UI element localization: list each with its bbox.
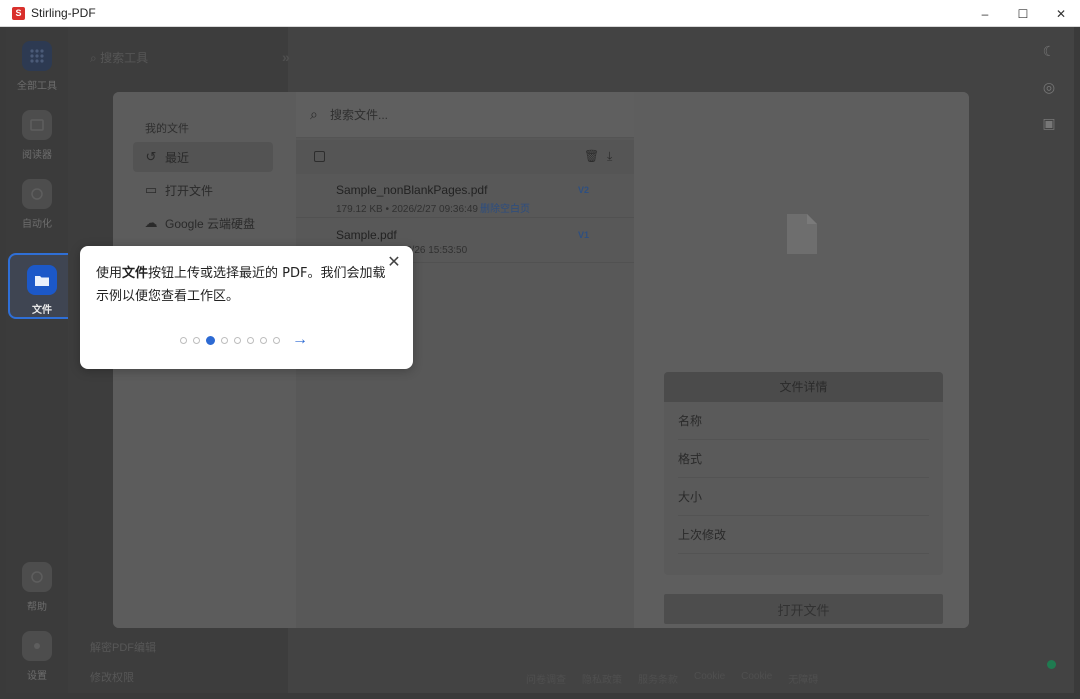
- file-name: Sample_nonBlankPages.pdf: [336, 183, 488, 197]
- file-search-input[interactable]: [330, 106, 590, 124]
- language-icon[interactable]: ◎: [1040, 79, 1058, 97]
- rail-label-all-tools: 全部工具: [17, 81, 57, 92]
- tooltip-text-bold: 文件: [122, 266, 149, 281]
- rail-label-files: 文件: [32, 305, 52, 316]
- rail-label-reader: 阅读器: [22, 150, 52, 161]
- folder-outline-icon: ▭: [144, 182, 158, 197]
- step-dot[interactable]: [260, 336, 267, 344]
- minimize-button[interactable]: –: [966, 0, 1004, 27]
- file-meta: 2/26 15:53:50: [406, 245, 467, 256]
- tool-item-permissions[interactable]: 修改权限: [90, 669, 134, 685]
- footer-link[interactable]: 无障碍: [788, 671, 818, 686]
- onboarding-tooltip: 使用文件按钮上传或选择最近的 PDF。我们会加载示例以便您查看工作区。 ✕ →: [80, 246, 413, 369]
- select-all-checkbox[interactable]: [314, 151, 325, 162]
- status-indicator: [1047, 660, 1056, 669]
- step-dot[interactable]: [247, 336, 254, 344]
- my-files-heading: 我的文件: [145, 123, 189, 135]
- rail-label-settings: 设置: [27, 671, 47, 682]
- close-tooltip-button[interactable]: ✕: [386, 255, 402, 271]
- collapse-panel-button[interactable]: »: [282, 49, 290, 65]
- step-dot[interactable]: [180, 336, 187, 344]
- file-meta: 179.12 KB • 2026/2/27 09:36:49 删除空白页: [336, 200, 530, 215]
- tool-search-placeholder: 搜索工具: [100, 51, 149, 65]
- file-search-bar: ⌕: [296, 92, 634, 138]
- file-details-header: 文件详情: [664, 372, 943, 402]
- search-icon: ⌕: [310, 106, 318, 122]
- window-title: Stirling-PDF: [31, 6, 96, 20]
- next-arrow-icon[interactable]: →: [292, 331, 310, 349]
- footer-link[interactable]: Cookie: [694, 671, 725, 686]
- rail-item-settings[interactable]: 设置: [6, 631, 68, 682]
- file-row[interactable]: Sample_nonBlankPages.pdf 179.12 KB • 202…: [296, 174, 634, 218]
- rail-item-files[interactable]: 文件: [8, 253, 76, 319]
- download-icon[interactable]: ⤓: [607, 149, 612, 164]
- file-detail-panel: 文件详情 名称 格式 大小 上次修改 打开文件: [634, 92, 969, 628]
- window-controls: – ☐ ✕: [966, 0, 1080, 27]
- version-badge: V2: [578, 185, 590, 195]
- automation-icon: [22, 179, 52, 209]
- step-dot[interactable]: [221, 336, 228, 344]
- nav-google-drive[interactable]: ☁ Google 云端硬盘: [133, 208, 273, 238]
- cloud-icon: ☁: [144, 215, 158, 230]
- file-details-card: 文件详情 名称 格式 大小 上次修改: [664, 372, 943, 575]
- footer-link[interactable]: 隐私政策: [582, 671, 622, 686]
- rail-item-help[interactable]: 帮助: [6, 562, 68, 613]
- detail-last-modified: 上次修改: [678, 516, 929, 554]
- file-list-toolbar: 🗑 ⤓: [296, 140, 634, 174]
- version-badge: V1: [578, 230, 590, 240]
- file-meta-text: 2/26 15:53:50: [406, 245, 468, 256]
- nav-recent[interactable]: ↺ 最近: [133, 142, 273, 172]
- nav-open-file-label: 打开文件: [165, 183, 214, 198]
- book-icon: [22, 110, 52, 140]
- maximize-button[interactable]: ☐: [1004, 0, 1042, 27]
- grid-icon: [22, 41, 52, 71]
- footer-links: 问卷调查 隐私政策 服务条款 Cookie Cookie 无障碍: [526, 671, 818, 686]
- save-icon[interactable]: ▣: [1040, 115, 1058, 133]
- left-rail: 全部工具 阅读器 自动化 文件 帮助 设置: [6, 27, 76, 693]
- tooltip-text-before: 使用: [96, 266, 123, 281]
- rail-label-help: 帮助: [27, 602, 47, 613]
- nav-recent-label: 最近: [165, 150, 190, 165]
- rail-item-reader[interactable]: 阅读器: [6, 110, 68, 161]
- tool-item-decrypt[interactable]: 解密PDF编辑: [90, 639, 156, 655]
- dark-mode-icon[interactable]: ☾: [1040, 43, 1058, 61]
- step-dot[interactable]: [193, 336, 200, 344]
- file-tool-tag: 删除空白页: [479, 204, 530, 215]
- trash-icon[interactable]: 🗑: [584, 149, 599, 163]
- history-icon: ↺: [145, 149, 157, 164]
- footer-link[interactable]: 问卷调查: [526, 671, 566, 686]
- rail-item-all-tools[interactable]: 全部工具: [6, 41, 68, 92]
- detail-format: 格式: [678, 440, 929, 478]
- step-dot[interactable]: [234, 336, 241, 344]
- window-titlebar: S Stirling-PDF – ☐ ✕: [0, 0, 1080, 27]
- app-logo-icon: S: [12, 6, 25, 20]
- nav-open-file[interactable]: ▭ 打开文件: [133, 175, 273, 205]
- step-dot[interactable]: [206, 335, 215, 345]
- rail-label-automation: 自动化: [22, 219, 52, 230]
- file-meta-text: 179.12 KB • 2026/2/27 09:36:49: [336, 204, 478, 215]
- document-icon: [787, 214, 817, 254]
- detail-size: 大小: [678, 478, 929, 516]
- help-icon: [22, 562, 52, 592]
- tool-search-input[interactable]: ⌕ 搜索工具: [90, 49, 148, 66]
- right-rail: ☾ ◎ ▣: [1028, 27, 1074, 693]
- detail-name: 名称: [678, 402, 929, 440]
- rail-item-automation[interactable]: 自动化: [6, 179, 68, 230]
- folder-icon: [27, 265, 57, 295]
- tooltip-text: 使用文件按钮上传或选择最近的 PDF。我们会加载示例以便您查看工作区。: [96, 262, 386, 308]
- file-name: Sample.pdf: [336, 228, 397, 242]
- footer-link[interactable]: 服务条款: [638, 671, 678, 686]
- step-indicator: →: [180, 331, 310, 349]
- step-dot[interactable]: [273, 336, 280, 344]
- open-file-button[interactable]: 打开文件: [664, 594, 943, 624]
- close-window-button[interactable]: ✕: [1042, 0, 1080, 27]
- gear-icon: [22, 631, 52, 661]
- nav-google-drive-label: Google 云端硬盘: [165, 216, 256, 231]
- footer-link[interactable]: Cookie: [741, 671, 772, 686]
